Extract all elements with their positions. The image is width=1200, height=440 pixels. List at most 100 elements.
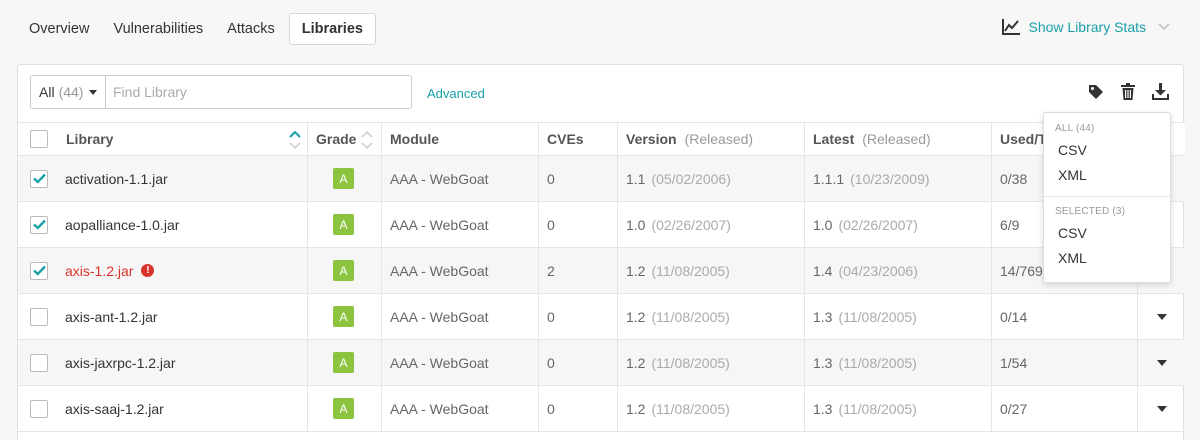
filter-count: (44) — [58, 84, 84, 100]
tab-attacks[interactable]: Attacks — [215, 13, 287, 45]
filter-select[interactable]: All (44) — [30, 75, 106, 109]
latest-value: 1.3 — [813, 308, 833, 325]
library-name[interactable]: aopalliance-1.0.jar — [65, 217, 179, 233]
download-icon[interactable] — [1152, 83, 1169, 100]
grade-cell: A — [308, 202, 382, 247]
row-select-cell — [18, 294, 54, 339]
latest-date: (11/08/2005) — [838, 354, 917, 371]
export-all-xml[interactable]: XML — [1044, 163, 1170, 188]
latest-date: (11/08/2005) — [838, 400, 917, 417]
grade-cell: A — [308, 248, 382, 293]
cves-cell: 0 — [539, 340, 618, 385]
table-row[interactable]: axis-ant-1.2.jar A AAA - WebGoat 0 1.2 (11/08… — [18, 294, 1185, 340]
nav-tabs: Overview Vulnerabilities Attacks Librari… — [17, 13, 376, 45]
latest-value: 1.3 — [813, 354, 833, 371]
header-latest-label: Latest — [813, 131, 855, 147]
tab-libraries[interactable]: Libraries — [288, 13, 376, 45]
grade-badge: A — [333, 306, 354, 327]
module-cell: AAA - WebGoat — [382, 156, 539, 201]
header-latest-sub: (Released) — [862, 131, 931, 147]
library-cell: aopalliance-1.0.jar — [54, 202, 308, 247]
table-header: Library Grade Module CVEs Version (Relea… — [18, 122, 1185, 156]
tab-vulnerabilities[interactable]: Vulnerabilities — [101, 13, 215, 45]
library-name[interactable]: axis-ant-1.2.jar — [65, 309, 158, 325]
row-checkbox[interactable] — [30, 169, 48, 188]
export-selected-csv[interactable]: CSV — [1044, 221, 1170, 246]
library-cell: axis-saaj-1.2.jar — [54, 386, 308, 431]
table-row[interactable]: aopalliance-1.0.jar A AAA - WebGoat 0 1.0 (02… — [18, 202, 1185, 248]
export-selected-xml[interactable]: XML — [1044, 246, 1170, 271]
caret-down-icon[interactable] — [1156, 313, 1167, 320]
show-library-stats-link[interactable]: Show Library Stats — [1001, 18, 1171, 36]
row-select-cell — [18, 340, 54, 385]
header-grade[interactable]: Grade — [308, 123, 382, 155]
stats-label: Show Library Stats — [1028, 19, 1147, 35]
version-value: 1.2 — [626, 262, 646, 279]
header-module[interactable]: Module — [382, 123, 539, 155]
header-version[interactable]: Version (Released) — [618, 123, 805, 155]
find-library-input[interactable] — [106, 75, 412, 109]
caret-down-icon — [89, 89, 98, 95]
table-row[interactable]: axis-jaxrpc-1.2.jar A AAA - WebGoat 0 1.2 (11… — [18, 340, 1185, 386]
cves-cell: 0 — [539, 386, 618, 431]
row-checkbox[interactable] — [30, 215, 48, 234]
latest-value: 1.4 — [813, 262, 833, 279]
row-select-cell — [18, 202, 54, 247]
library-name[interactable]: axis-saaj-1.2.jar — [65, 401, 164, 417]
trash-icon[interactable] — [1121, 83, 1135, 100]
latest-cell: 1.1.1 (10/23/2009) — [805, 156, 992, 201]
caret-down-icon[interactable] — [1156, 359, 1167, 366]
sort-ascending-icon[interactable] — [289, 131, 301, 149]
table-row[interactable]: axis-1.2.jar! A AAA - WebGoat 2 1.2 (11/08/20… — [18, 248, 1185, 294]
cves-cell: 0 — [539, 202, 618, 247]
module-cell: AAA - WebGoat — [382, 248, 539, 293]
row-checkbox[interactable] — [30, 307, 48, 326]
cves-cell: 2 — [539, 248, 618, 293]
libraries-card: All (44) Advanced — [17, 64, 1185, 440]
row-action-cell — [1138, 386, 1185, 431]
used-cell: 0/14 — [992, 294, 1138, 339]
row-checkbox[interactable] — [30, 399, 48, 418]
advanced-link[interactable]: Advanced — [427, 86, 485, 101]
library-name[interactable]: axis-jaxrpc-1.2.jar — [65, 355, 175, 371]
grade-badge: A — [333, 168, 354, 189]
version-cell: 1.2 (11/08/2005) — [618, 386, 805, 431]
library-cell: axis-1.2.jar! — [54, 248, 308, 293]
header-library[interactable]: Library — [54, 123, 308, 155]
sort-icon[interactable] — [361, 131, 373, 149]
row-checkbox[interactable] — [30, 353, 48, 372]
checkmark-icon — [32, 173, 46, 184]
latest-date: (02/26/2007) — [838, 216, 918, 233]
version-cell: 1.2 (11/08/2005) — [618, 294, 805, 339]
caret-down-icon[interactable] — [1156, 405, 1167, 412]
table-row[interactable]: activation-1.1.jar A AAA - WebGoat 0 1.1 (05/… — [18, 156, 1185, 202]
tag-icon[interactable] — [1088, 84, 1104, 100]
library-cell: axis-jaxrpc-1.2.jar — [54, 340, 308, 385]
export-all-csv[interactable]: CSV — [1044, 138, 1170, 163]
version-value: 1.1 — [626, 170, 646, 187]
tab-overview[interactable]: Overview — [17, 13, 101, 45]
export-all-header: ALL (44) — [1055, 123, 1095, 134]
row-action-cell — [1138, 340, 1185, 385]
version-cell: 1.2 (11/08/2005) — [618, 248, 805, 293]
libraries-table: Library Grade Module CVEs Version (Relea… — [18, 122, 1185, 432]
latest-value: 1.0 — [813, 216, 833, 233]
version-date: (11/08/2005) — [651, 308, 730, 325]
row-select-cell — [18, 156, 54, 201]
line-chart-icon — [1001, 19, 1020, 35]
row-checkbox[interactable] — [30, 261, 48, 280]
header-grade-label: Grade — [316, 131, 357, 147]
latest-cell: 1.0 (02/26/2007) — [805, 202, 992, 247]
header-latest[interactable]: Latest (Released) — [805, 123, 992, 155]
table-row[interactable]: axis-saaj-1.2.jar A AAA - WebGoat 0 1.2 (11/0… — [18, 386, 1185, 432]
cves-cell: 0 — [539, 156, 618, 201]
latest-date: (04/23/2006) — [838, 262, 918, 279]
latest-value: 1.3 — [813, 400, 833, 417]
row-select-cell — [18, 248, 54, 293]
select-all-checkbox[interactable] — [30, 130, 48, 148]
header-cves[interactable]: CVEs — [539, 123, 618, 155]
library-name[interactable]: axis-1.2.jar — [65, 263, 133, 279]
library-name[interactable]: activation-1.1.jar — [65, 171, 168, 187]
version-date: (11/08/2005) — [651, 354, 730, 371]
latest-date: (11/08/2005) — [838, 308, 917, 325]
